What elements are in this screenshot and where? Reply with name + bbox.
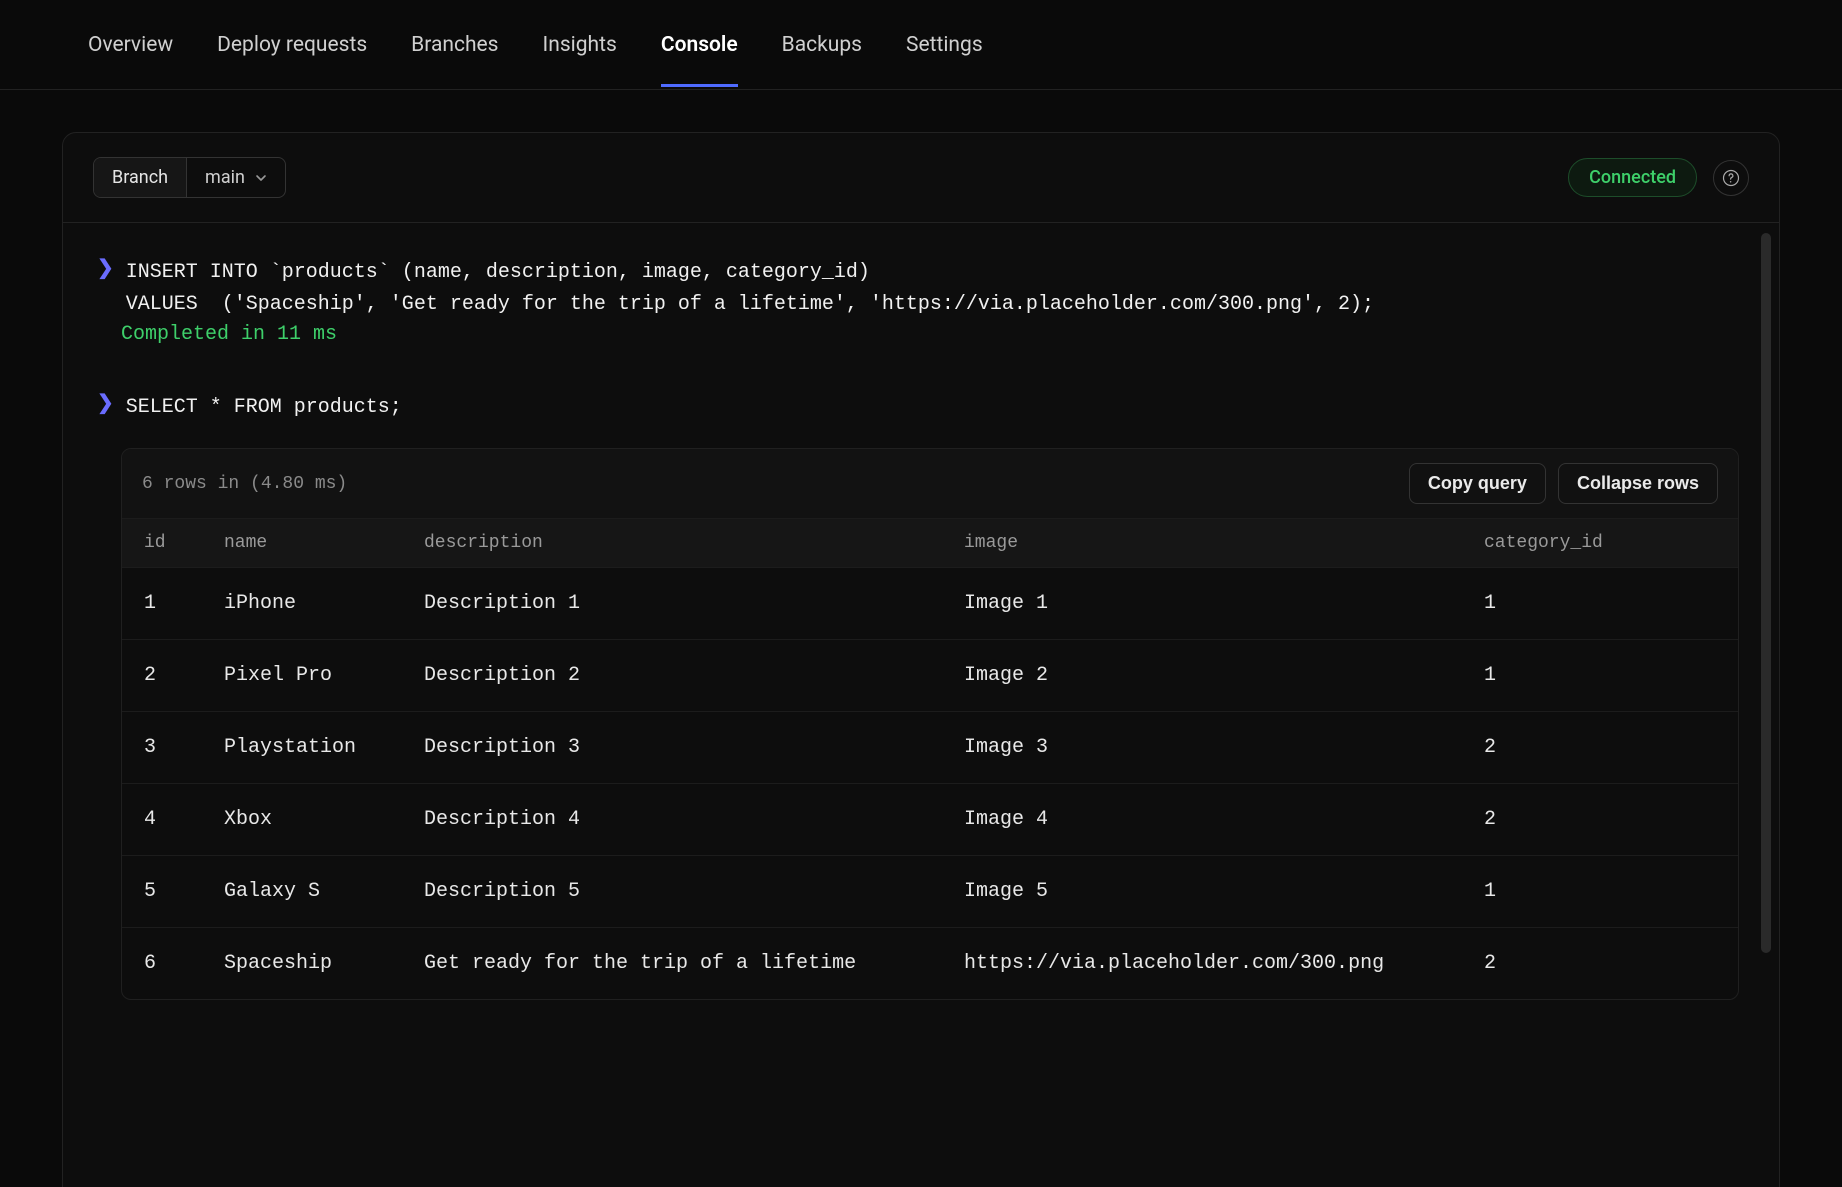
query-status: Completed in 11 ms	[121, 323, 1745, 346]
cell-image: Image 2	[964, 664, 1484, 687]
query-sql[interactable]: INSERT INTO `products` (name, descriptio…	[126, 257, 1374, 321]
help-icon	[1722, 169, 1740, 187]
cell-name: Pixel Pro	[224, 664, 424, 687]
prompt-caret-icon: ❯	[97, 392, 114, 418]
console-body: ❯ INSERT INTO `products` (name, descript…	[63, 223, 1779, 1187]
cell-category_id: 1	[1484, 880, 1664, 903]
rows-info: 6 rows in (4.80 ms)	[142, 474, 347, 494]
cell-id: 4	[144, 808, 224, 831]
table-header: id name description image category_id	[122, 519, 1738, 567]
cell-description: Get ready for the trip of a lifetime	[424, 952, 964, 975]
cell-id: 3	[144, 736, 224, 759]
query-block: ❯ SELECT * FROM products; 6 rows in (4.8…	[97, 392, 1745, 1000]
collapse-rows-button[interactable]: Collapse rows	[1558, 463, 1718, 504]
result-card: 6 rows in (4.80 ms) Copy query Collapse …	[121, 448, 1739, 1000]
cell-id: 2	[144, 664, 224, 687]
branch-picker-value: main	[205, 167, 245, 188]
col-category-id: category_id	[1484, 533, 1664, 553]
cell-description: Description 1	[424, 592, 964, 615]
cell-name: Xbox	[224, 808, 424, 831]
branch-picker: Branch main	[93, 157, 286, 198]
scrollbar-thumb[interactable]	[1761, 233, 1771, 953]
table-row[interactable]: 6SpaceshipGet ready for the trip of a li…	[122, 927, 1738, 999]
cell-category_id: 2	[1484, 952, 1664, 975]
query-block: ❯ INSERT INTO `products` (name, descript…	[97, 257, 1745, 346]
col-name: name	[224, 533, 424, 553]
cell-category_id: 1	[1484, 664, 1664, 687]
tab-overview[interactable]: Overview	[88, 3, 173, 87]
cell-category_id: 2	[1484, 808, 1664, 831]
tab-console[interactable]: Console	[661, 3, 738, 87]
tab-backups[interactable]: Backups	[782, 3, 862, 87]
chevron-down-icon	[255, 172, 267, 184]
cell-id: 1	[144, 592, 224, 615]
cell-description: Description 4	[424, 808, 964, 831]
cell-id: 5	[144, 880, 224, 903]
tab-branches[interactable]: Branches	[411, 3, 498, 87]
query-sql[interactable]: SELECT * FROM products;	[126, 392, 402, 424]
cell-description: Description 5	[424, 880, 964, 903]
tab-settings[interactable]: Settings	[906, 3, 983, 87]
branch-picker-label: Branch	[94, 158, 187, 197]
table-row[interactable]: 2Pixel ProDescription 2Image 21	[122, 639, 1738, 711]
tab-insights[interactable]: Insights	[543, 3, 617, 87]
cell-description: Description 2	[424, 664, 964, 687]
col-image: image	[964, 533, 1484, 553]
table-row[interactable]: 4XboxDescription 4Image 42	[122, 783, 1738, 855]
cell-image: Image 1	[964, 592, 1484, 615]
cell-image: Image 5	[964, 880, 1484, 903]
console-panel: Branch main Connected ❯	[62, 132, 1780, 1187]
cell-image: https://via.placeholder.com/300.png	[964, 952, 1484, 975]
prompt-caret-icon: ❯	[97, 257, 114, 283]
cell-name: Spaceship	[224, 952, 424, 975]
cell-name: Galaxy S	[224, 880, 424, 903]
top-nav: Overview Deploy requests Branches Insigh…	[0, 0, 1842, 90]
table-body: 1iPhoneDescription 1Image 112Pixel ProDe…	[122, 567, 1738, 999]
cell-image: Image 3	[964, 736, 1484, 759]
connection-status: Connected	[1568, 158, 1697, 197]
help-button[interactable]	[1713, 160, 1749, 196]
tab-deploy-requests[interactable]: Deploy requests	[217, 3, 367, 87]
col-description: description	[424, 533, 964, 553]
cell-name: iPhone	[224, 592, 424, 615]
table-row[interactable]: 1iPhoneDescription 1Image 11	[122, 567, 1738, 639]
table-row[interactable]: 3PlaystationDescription 3Image 32	[122, 711, 1738, 783]
cell-image: Image 4	[964, 808, 1484, 831]
cell-id: 6	[144, 952, 224, 975]
panel-header: Branch main Connected	[63, 133, 1779, 223]
table-row[interactable]: 5Galaxy SDescription 5Image 51	[122, 855, 1738, 927]
cell-category_id: 1	[1484, 592, 1664, 615]
branch-picker-select[interactable]: main	[187, 158, 285, 197]
cell-category_id: 2	[1484, 736, 1664, 759]
cell-name: Playstation	[224, 736, 424, 759]
cell-description: Description 3	[424, 736, 964, 759]
col-id: id	[144, 533, 224, 553]
copy-query-button[interactable]: Copy query	[1409, 463, 1546, 504]
